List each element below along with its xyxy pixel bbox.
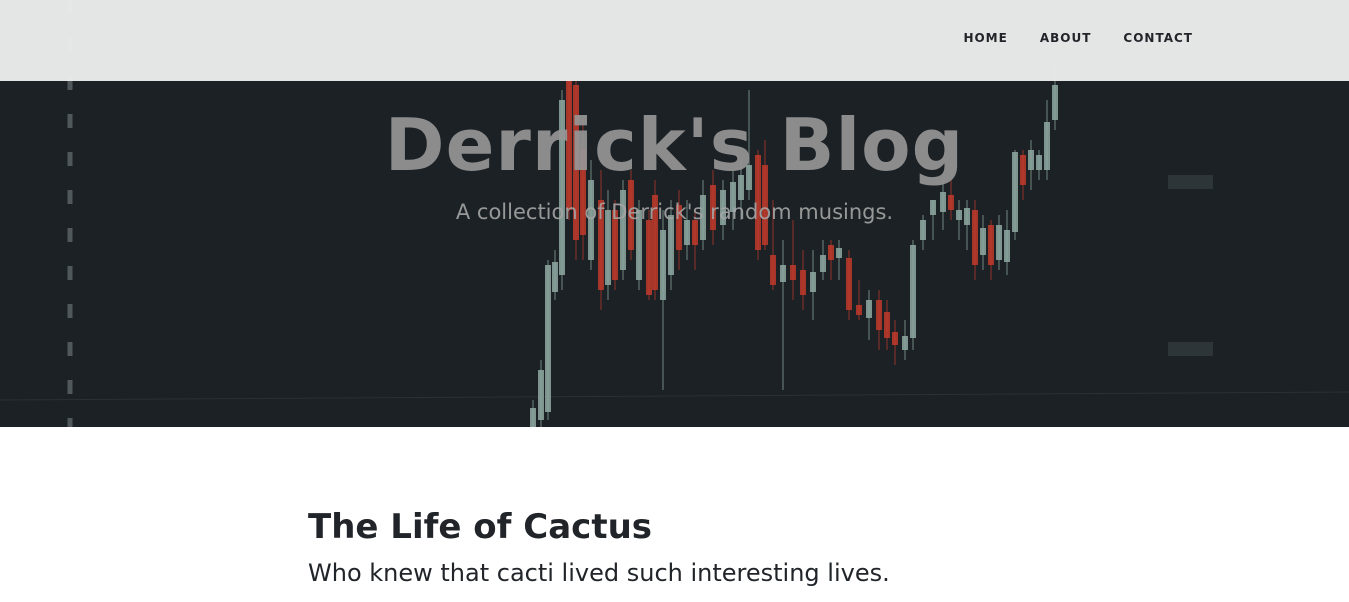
candle-body — [1004, 230, 1010, 262]
site-title: Derrick's Blog — [384, 103, 965, 187]
chart-price-label — [1168, 342, 1213, 356]
candle-body — [770, 255, 776, 285]
candle-body — [660, 230, 666, 300]
candle-body — [828, 245, 834, 260]
site-heading: Derrick's Blog A collection of Derrick's… — [0, 100, 1349, 224]
post-title[interactable]: The Life of Cactus — [308, 505, 1048, 549]
candle-body — [836, 248, 842, 258]
nav-links: HOME ABOUT CONTACT — [963, 31, 1193, 45]
candle-body — [790, 265, 796, 280]
candle-body — [552, 262, 558, 292]
candle-body — [910, 245, 916, 338]
candle-body — [856, 305, 862, 315]
candle-body — [545, 265, 551, 412]
candle-body — [810, 272, 816, 292]
candle-body — [902, 336, 908, 350]
candle-body — [996, 225, 1002, 260]
candle-body — [866, 300, 872, 318]
nav-contact-link[interactable]: CONTACT — [1123, 31, 1193, 45]
page: Derrick's Blog A collection of Derrick's… — [0, 0, 1349, 602]
candle-body — [988, 225, 994, 265]
candle-body — [884, 312, 890, 338]
candle-body — [876, 300, 882, 330]
candle-body — [780, 265, 786, 282]
candle-body — [892, 332, 898, 345]
candle-body — [646, 220, 652, 295]
candle-body — [820, 255, 826, 272]
candle-body — [980, 228, 986, 255]
candle-body — [530, 408, 536, 427]
candle-body — [846, 258, 852, 310]
post-subtitle[interactable]: Who knew that cacti lived such interesti… — [308, 558, 1048, 588]
candle-body — [668, 215, 674, 275]
navbar: HOME ABOUT CONTACT — [0, 0, 1349, 81]
chart-baseline — [0, 391, 1349, 401]
post-preview[interactable]: The Life of Cactus Who knew that cacti l… — [308, 505, 1048, 588]
nav-home-link[interactable]: HOME — [963, 31, 1007, 45]
nav-about-link[interactable]: ABOUT — [1040, 31, 1092, 45]
candle-body — [800, 270, 806, 295]
site-subtitle: A collection of Derrick's random musings… — [455, 200, 894, 224]
candle-body — [538, 370, 544, 420]
